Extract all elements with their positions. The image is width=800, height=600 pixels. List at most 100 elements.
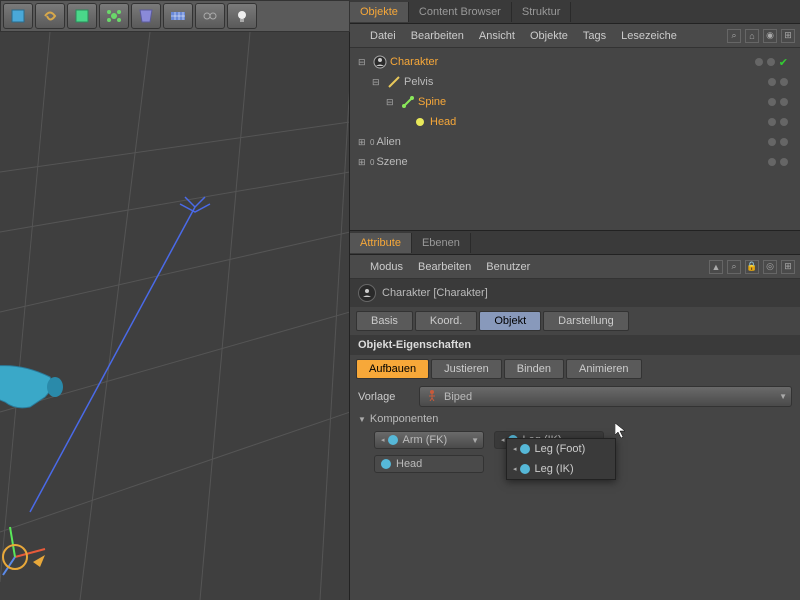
tab-basis[interactable]: Basis bbox=[356, 311, 413, 331]
component-value: Arm (FK) bbox=[403, 434, 448, 446]
tool-atom[interactable] bbox=[99, 3, 129, 29]
chevron-left-icon: ◂ bbox=[513, 465, 517, 473]
tool-camera[interactable] bbox=[195, 3, 225, 29]
tab-objekte[interactable]: Objekte bbox=[350, 2, 409, 22]
popup-item-leg-foot[interactable]: ◂ Leg (Foot) bbox=[507, 439, 615, 459]
tree-toggle-icon[interactable]: ⊞ bbox=[358, 157, 370, 168]
component-icon bbox=[388, 435, 398, 445]
chevron-left-icon: ◂ bbox=[513, 445, 517, 453]
menu-modus[interactable]: Modus bbox=[370, 261, 403, 273]
tab-binden[interactable]: Binden bbox=[504, 359, 564, 379]
template-dropdown[interactable]: Biped ▼ bbox=[419, 386, 792, 407]
attribute-tabs: Attribute Ebenen bbox=[350, 231, 800, 255]
tab-justieren[interactable]: Justieren bbox=[431, 359, 502, 379]
attribute-menubar: Modus Bearbeiten Benutzer ▲ ⌕ 🔒 ◎ ⊞ bbox=[350, 255, 800, 279]
menu-objekte[interactable]: Objekte bbox=[530, 30, 568, 42]
tool-light[interactable] bbox=[227, 3, 257, 29]
component-head-button[interactable]: Head bbox=[374, 455, 484, 473]
tab-animieren[interactable]: Animieren bbox=[566, 359, 642, 379]
tool-spiral[interactable] bbox=[35, 3, 65, 29]
component-arm-dropdown[interactable]: ◂ Arm (FK) ▼ bbox=[374, 431, 484, 449]
bone-icon bbox=[401, 95, 415, 109]
tree-row-spine[interactable]: ⊟ Spine bbox=[354, 92, 796, 112]
tree-toggle-icon[interactable]: ⊟ bbox=[372, 77, 384, 88]
viewport-3d[interactable] bbox=[0, 32, 350, 600]
component-value: Head bbox=[396, 458, 422, 470]
search-icon[interactable]: ⌕ bbox=[727, 260, 741, 274]
character-icon bbox=[373, 55, 387, 69]
chevron-left-icon: ◂ bbox=[501, 436, 505, 444]
menu-ansicht[interactable]: Ansicht bbox=[479, 30, 515, 42]
tool-cube[interactable] bbox=[3, 3, 33, 29]
home-icon[interactable]: ⌂ bbox=[745, 29, 759, 43]
menu-tags[interactable]: Tags bbox=[583, 30, 606, 42]
search-icon[interactable]: ⌕ bbox=[727, 29, 741, 43]
tree-label[interactable]: Spine bbox=[418, 96, 446, 108]
menu-bearbeiten2[interactable]: Bearbeiten bbox=[418, 261, 471, 273]
attribute-title: Charakter [Charakter] bbox=[382, 287, 488, 299]
tab-struktur[interactable]: Struktur bbox=[512, 2, 572, 22]
tree-row-head[interactable]: Head bbox=[354, 112, 796, 132]
biped-icon bbox=[426, 389, 438, 404]
tree-label[interactable]: Alien bbox=[376, 136, 400, 148]
tool-grid[interactable] bbox=[163, 3, 193, 29]
nav-up-icon[interactable]: ▲ bbox=[709, 260, 723, 274]
component-icon bbox=[520, 444, 530, 454]
component-icon bbox=[520, 464, 530, 474]
attribute-header: Charakter [Charakter] bbox=[350, 279, 800, 307]
components-expander[interactable]: ▼ Komponenten bbox=[350, 410, 800, 428]
eye-icon[interactable]: ◉ bbox=[763, 29, 777, 43]
popup-item-leg-ik[interactable]: ◂ Leg (IK) bbox=[507, 459, 615, 479]
tab-objekt[interactable]: Objekt bbox=[479, 311, 541, 331]
tree-toggle-icon[interactable]: ⊞ bbox=[358, 137, 370, 148]
tree-toggle-icon[interactable]: ⊟ bbox=[386, 97, 398, 108]
tab-darstellung[interactable]: Darstellung bbox=[543, 311, 629, 331]
tree-label[interactable]: Pelvis bbox=[404, 76, 433, 88]
tool-polygon[interactable] bbox=[67, 3, 97, 29]
menu-lesezeichen[interactable]: Lesezeiche bbox=[621, 30, 677, 42]
component-icon bbox=[381, 459, 391, 469]
tool-deformer[interactable] bbox=[131, 3, 161, 29]
chevron-down-icon: ▼ bbox=[471, 436, 479, 445]
chevron-down-icon: ▼ bbox=[779, 392, 787, 401]
lock-icon[interactable]: 🔒 bbox=[745, 260, 759, 274]
popup-label: Leg (IK) bbox=[535, 463, 574, 475]
tree-row-charakter[interactable]: ⊟ Charakter ✔ bbox=[354, 52, 796, 72]
tree-label[interactable]: Head bbox=[430, 116, 456, 128]
chevron-left-icon: ◂ bbox=[381, 436, 385, 444]
popup-label: Leg (Foot) bbox=[535, 443, 586, 455]
tab-koord[interactable]: Koord. bbox=[415, 311, 477, 331]
target-icon[interactable]: ◎ bbox=[763, 260, 777, 274]
bone-icon bbox=[387, 75, 401, 89]
expand-icon[interactable]: ⊞ bbox=[781, 29, 795, 43]
tree-toggle-icon[interactable]: ⊟ bbox=[358, 57, 370, 68]
tree-label[interactable]: Szene bbox=[376, 156, 407, 168]
tab-attribute[interactable]: Attribute bbox=[350, 233, 412, 253]
tree-label[interactable]: Charakter bbox=[390, 56, 438, 68]
object-tree: ⊟ Charakter ✔ ⊟ Pelvis ⊟ Spine Head ⊞ bbox=[350, 48, 800, 230]
build-mode-tabs: Aufbauen Justieren Binden Animieren bbox=[350, 355, 800, 383]
triangle-down-icon: ▼ bbox=[358, 415, 366, 424]
tree-row-alien[interactable]: ⊞ 0 Alien bbox=[354, 132, 796, 152]
menu-bearbeiten[interactable]: Bearbeiten bbox=[411, 30, 464, 42]
components-label: Komponenten bbox=[370, 413, 439, 425]
bone-icon bbox=[413, 115, 427, 129]
template-label: Vorlage bbox=[358, 391, 413, 403]
object-property-tabs: Basis Koord. Objekt Darstellung bbox=[350, 307, 800, 335]
character-icon bbox=[358, 284, 376, 302]
expand-icon[interactable]: ⊞ bbox=[781, 260, 795, 274]
menu-benutzer[interactable]: Benutzer bbox=[486, 261, 530, 273]
tab-ebenen[interactable]: Ebenen bbox=[412, 233, 471, 253]
objects-tabs: Objekte Content Browser Struktur bbox=[350, 0, 800, 24]
tab-content-browser[interactable]: Content Browser bbox=[409, 2, 512, 22]
tree-count: 0 bbox=[370, 158, 374, 167]
check-icon: ✔ bbox=[779, 56, 788, 69]
menu-datei[interactable]: Datei bbox=[370, 30, 396, 42]
tree-count: 0 bbox=[370, 138, 374, 147]
template-value: Biped bbox=[444, 391, 472, 403]
objects-menubar: Datei Bearbeiten Ansicht Objekte Tags Le… bbox=[350, 24, 800, 48]
tree-row-pelvis[interactable]: ⊟ Pelvis bbox=[354, 72, 796, 92]
section-header: Objekt-Eigenschaften bbox=[350, 335, 800, 355]
tree-row-szene[interactable]: ⊞ 0 Szene bbox=[354, 152, 796, 172]
tab-aufbauen[interactable]: Aufbauen bbox=[356, 359, 429, 379]
